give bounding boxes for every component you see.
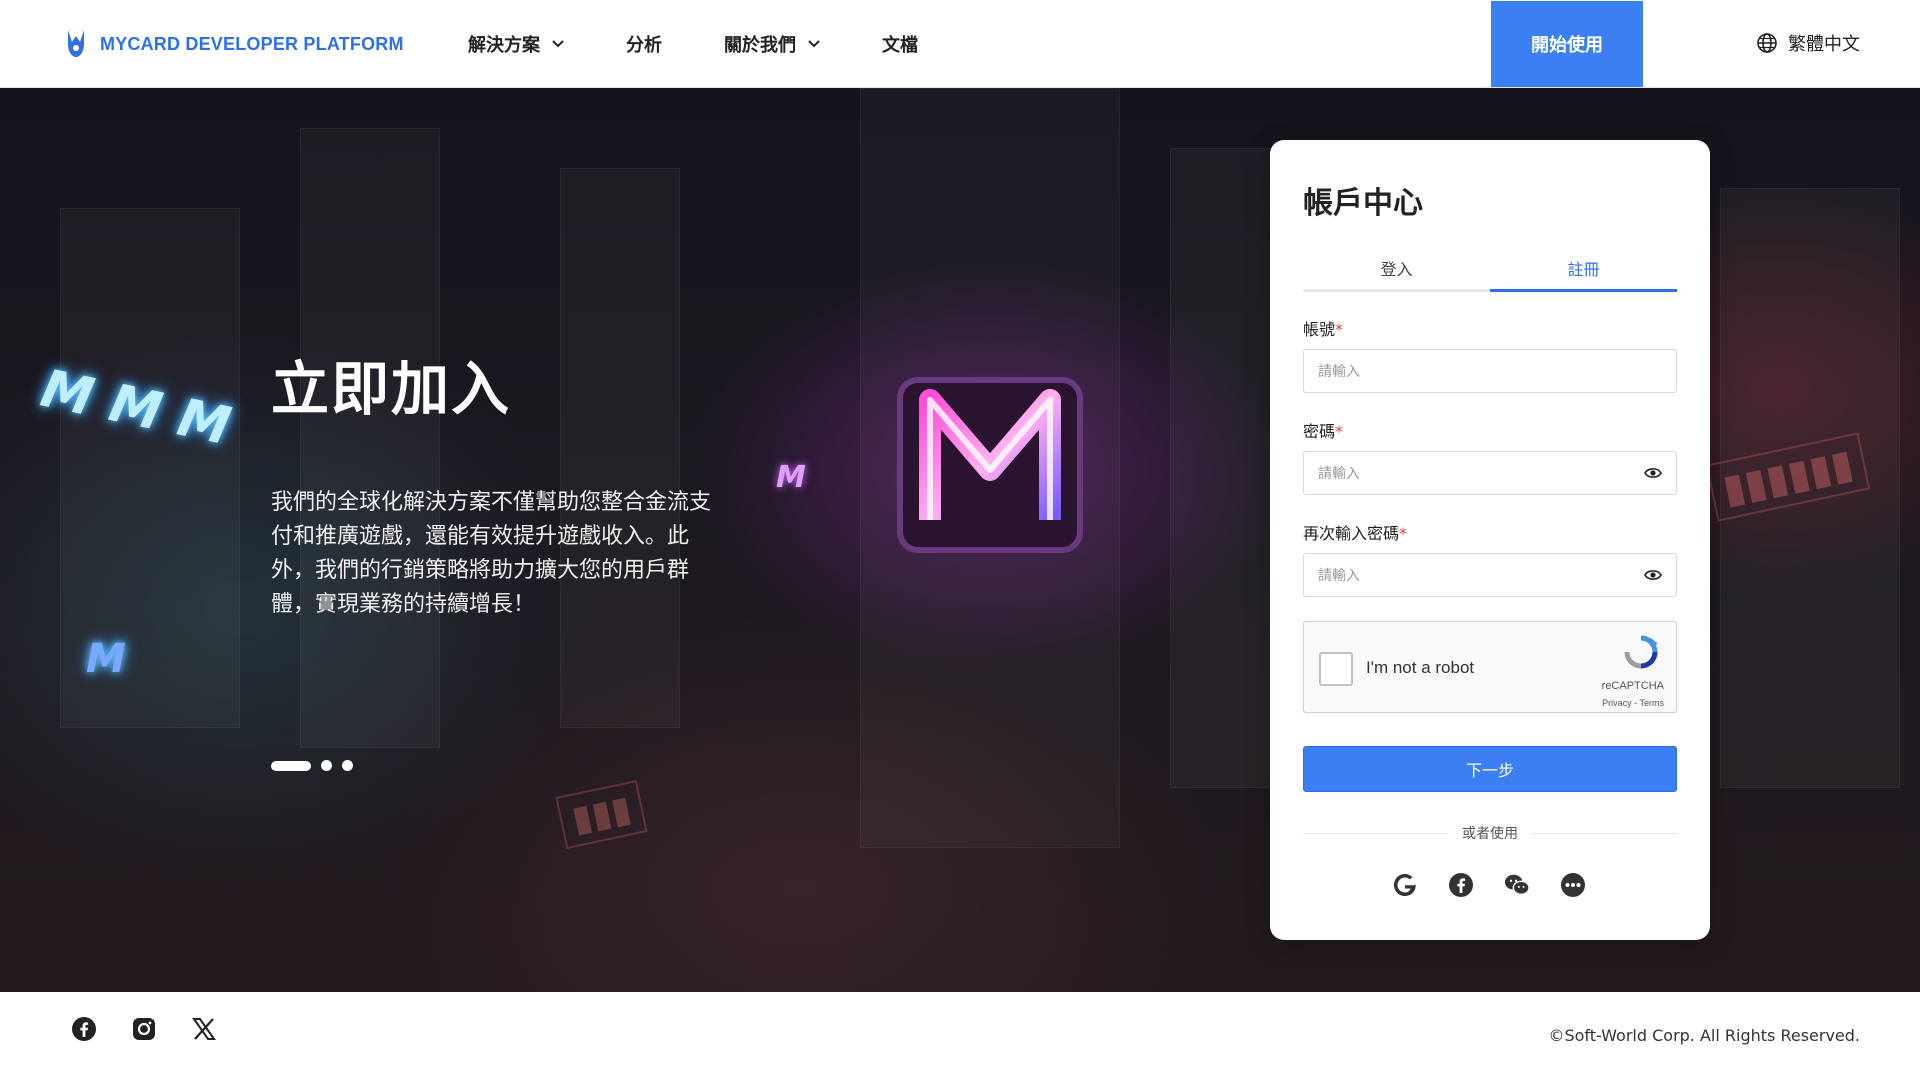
- confirm-password-input[interactable]: 請輸入: [1303, 553, 1677, 597]
- next-step-button[interactable]: 下一步: [1303, 746, 1677, 792]
- divider-text: 或者使用: [1462, 826, 1518, 842]
- neon-m-decoration: M: [776, 460, 806, 495]
- field-label-text: 再次輸入密碼: [1303, 524, 1400, 543]
- input-placeholder: 請輸入: [1318, 364, 1360, 380]
- neon-m-decoration: M: [86, 636, 126, 682]
- carousel-dot[interactable]: [321, 760, 332, 771]
- footer-social-links: [71, 1016, 217, 1042]
- password-input[interactable]: 請輸入: [1303, 451, 1677, 495]
- recaptcha-widget: I'm not a robot reCAPTCHA Privacy - Term…: [1303, 621, 1677, 713]
- brand-name: MYCARD DEVELOPER PLATFORM: [100, 33, 404, 54]
- recaptcha-checkbox[interactable]: [1319, 652, 1353, 686]
- page-footer: ©Soft-World Corp. All Rights Reserved.: [0, 992, 1920, 1080]
- copyright-text: ©Soft-World Corp. All Rights Reserved.: [1548, 1026, 1860, 1045]
- more-icon[interactable]: [1560, 872, 1586, 898]
- google-icon[interactable]: [1392, 872, 1418, 898]
- get-started-button[interactable]: 開始使用: [1491, 1, 1643, 87]
- nav-item-docs[interactable]: 文檔: [882, 31, 918, 57]
- neon-sign-decoration: ▮▮▮: [555, 779, 649, 850]
- recaptcha-label: I'm not a robot: [1366, 658, 1475, 677]
- carousel-dot[interactable]: [342, 760, 353, 771]
- password-label: 密碼*: [1303, 418, 1343, 442]
- or-divider: 或者使用: [1303, 823, 1677, 843]
- eye-icon[interactable]: [1644, 568, 1662, 582]
- background-building: [300, 128, 440, 748]
- divider-line: [1532, 832, 1677, 834]
- chevron-down-icon: [552, 40, 564, 48]
- tab-login[interactable]: 登入: [1303, 244, 1490, 289]
- recaptcha-logo-icon: [1624, 635, 1658, 669]
- chevron-down-icon: [808, 40, 820, 48]
- hero-title: 立即加入: [271, 355, 512, 423]
- social-login-group: [1392, 872, 1586, 898]
- facebook-icon[interactable]: [1448, 872, 1474, 898]
- background-building: [1170, 148, 1280, 788]
- globe-icon: [1757, 33, 1777, 53]
- nav-label: 文檔: [882, 35, 918, 56]
- field-label-text: 密碼: [1303, 422, 1336, 441]
- carousel-indicators: [271, 760, 353, 771]
- input-placeholder: 請輸入: [1318, 466, 1360, 482]
- neon-m-logo-icon: [897, 377, 1083, 553]
- nav-label: 分析: [626, 35, 662, 56]
- language-selector[interactable]: 繁體中文: [1756, 30, 1860, 56]
- rabbit-logo-icon: [68, 30, 84, 57]
- required-marker: *: [1399, 524, 1408, 543]
- account-center-card: 帳戶中心 登入 註冊 帳號* 請輸入 密碼* 請輸入 再次輸入密碼* 請輸入 I…: [1270, 140, 1710, 940]
- divider-line: [1303, 832, 1448, 834]
- instagram-icon[interactable]: [131, 1016, 157, 1042]
- required-marker: *: [1335, 422, 1344, 441]
- top-navbar: MYCARD DEVELOPER PLATFORM 解決方案 分析 關於我們 文…: [0, 0, 1920, 88]
- hero-description: 我們的全球化解決方案不僅幫助您整合金流支付和推廣遊戲，還能有效提升遊戲收入。此外…: [271, 490, 712, 617]
- card-title: 帳戶中心: [1303, 186, 1423, 221]
- brand-logo[interactable]: MYCARD DEVELOPER PLATFORM: [62, 28, 404, 60]
- eye-icon[interactable]: [1644, 466, 1662, 480]
- background-building: [560, 168, 680, 728]
- facebook-icon[interactable]: [71, 1016, 97, 1042]
- nav-item-solutions[interactable]: 解決方案: [468, 31, 564, 57]
- nav-item-analytics[interactable]: 分析: [626, 31, 662, 57]
- recaptcha-brand: reCAPTCHA: [1601, 680, 1664, 692]
- input-placeholder: 請輸入: [1318, 568, 1360, 584]
- main-nav: 解決方案 分析 關於我們 文檔: [468, 0, 980, 88]
- recaptcha-links[interactable]: Privacy - Terms: [1602, 698, 1664, 708]
- language-label: 繁體中文: [1788, 34, 1860, 55]
- tab-register[interactable]: 註冊: [1490, 244, 1677, 292]
- account-label: 帳號*: [1303, 316, 1343, 340]
- required-marker: *: [1335, 320, 1344, 339]
- auth-tabs: 登入 註冊: [1303, 244, 1677, 292]
- wechat-icon[interactable]: [1504, 872, 1530, 898]
- field-label-text: 帳號: [1303, 320, 1336, 339]
- carousel-dot-active[interactable]: [271, 760, 311, 771]
- nav-label: 解決方案: [468, 35, 540, 56]
- nav-label: 關於我們: [724, 35, 796, 56]
- account-input[interactable]: 請輸入: [1303, 349, 1677, 393]
- nav-item-about[interactable]: 關於我們: [724, 31, 820, 57]
- confirm-password-label: 再次輸入密碼*: [1303, 520, 1407, 544]
- x-icon[interactable]: [191, 1016, 217, 1042]
